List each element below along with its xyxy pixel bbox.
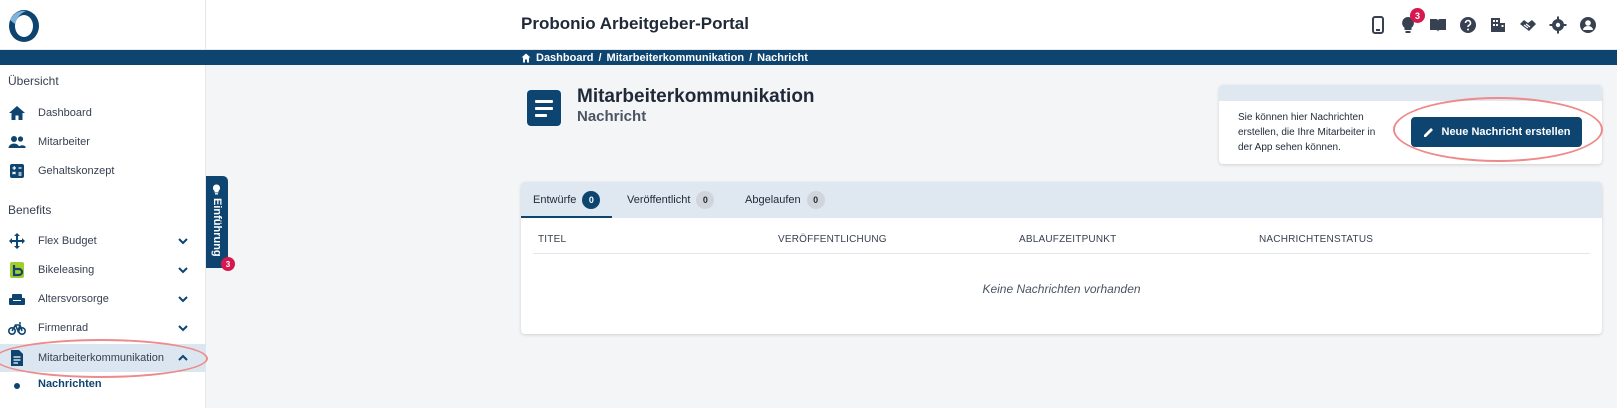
tab-label: Entwürfe xyxy=(533,194,577,206)
sidebar-subitem-nachrichten[interactable]: Nachrichten xyxy=(0,376,206,394)
breadcrumb-separator: / xyxy=(598,51,602,64)
info-card-text: Sie können hier Nachrichten erstellen, d… xyxy=(1238,112,1376,153)
home-icon xyxy=(8,104,26,122)
column-header-nachrichtenstatus[interactable]: NACHRICHTENSTATUS xyxy=(1259,234,1373,245)
intro-tab-badge: 3 xyxy=(221,257,235,271)
sidebar-section-title: Benefits xyxy=(8,203,52,217)
breadcrumb-bar: Dashboard / Mitarbeiterkommunikation / N… xyxy=(0,50,1617,65)
sidebar-section-title: Übersicht xyxy=(8,74,59,88)
settings-icon[interactable] xyxy=(1549,16,1567,34)
top-header: Probonio Arbeitgeber-Portal 3 xyxy=(0,0,1617,50)
sidebar-item-firmenrad[interactable]: Firmenrad xyxy=(0,314,206,342)
breadcrumb-item-dashboard[interactable]: Dashboard xyxy=(536,52,593,64)
tab-count-badge: 0 xyxy=(582,191,601,209)
sidebar-item-label: Mitarbeiter xyxy=(38,136,90,148)
page-subtitle: Nachricht xyxy=(577,108,647,125)
handshake-icon[interactable] xyxy=(1519,16,1537,34)
sidebar-item-altersvorsorge[interactable]: Altersvorsorge xyxy=(0,285,206,313)
document-icon xyxy=(527,90,561,126)
column-header-veroeffentlichung[interactable]: VERÖFFENTLICHUNG xyxy=(778,234,887,245)
sidebar-item-label: Dashboard xyxy=(38,107,92,119)
page-title: Mitarbeiterkommunikation xyxy=(577,86,815,107)
people-icon xyxy=(8,133,26,151)
sidebar-item-dashboard[interactable]: Dashboard xyxy=(0,99,206,127)
column-header-titel[interactable]: TITEL xyxy=(538,234,566,245)
chevron-down-icon[interactable] xyxy=(176,263,190,277)
chevron-down-icon[interactable] xyxy=(176,292,190,306)
home-icon[interactable] xyxy=(521,53,531,63)
sidebar-item-mitarbeiter[interactable]: Mitarbeiter xyxy=(0,128,206,156)
bikeleasing-icon xyxy=(8,261,26,279)
sidebar-item-mitarbeiterkommunikation[interactable]: Mitarbeiterkommunikation xyxy=(0,344,206,372)
breadcrumb: Dashboard / Mitarbeiterkommunikation / N… xyxy=(521,50,808,65)
tab-bar: Entwürfe 0 Veröffentlicht 0 Abgelaufen 0 xyxy=(521,182,1602,218)
bicycle-icon xyxy=(8,319,26,337)
bullet-icon xyxy=(14,383,20,389)
calculator-icon xyxy=(8,162,26,180)
chevron-down-icon[interactable] xyxy=(176,234,190,248)
pencil-icon xyxy=(1423,128,1433,137)
sofa-icon xyxy=(8,290,26,308)
sidebar-item-gehaltskonzept[interactable]: Gehaltskonzept xyxy=(0,157,206,185)
help-icon[interactable] xyxy=(1459,16,1477,34)
sidebar: Übersicht Dashboard Mitarbeiter Gehaltsk… xyxy=(0,65,206,408)
sidebar-item-label: Flex Budget xyxy=(38,235,97,247)
chevron-down-icon[interactable] xyxy=(176,321,190,335)
sidebar-item-label: Altersvorsorge xyxy=(38,293,109,305)
breadcrumb-separator: / xyxy=(749,51,753,64)
tab-veroeffentlicht[interactable]: Veröffentlicht 0 xyxy=(627,182,715,218)
tab-count-badge: 0 xyxy=(696,191,715,209)
app-title: Probonio Arbeitgeber-Portal xyxy=(521,14,749,33)
lightbulb-icon xyxy=(211,182,222,195)
phone-icon[interactable] xyxy=(1369,16,1387,34)
sidebar-item-bikeleasing[interactable]: Bikeleasing xyxy=(0,256,206,284)
header-toolbar: 3 xyxy=(1369,8,1597,38)
account-icon[interactable] xyxy=(1579,16,1597,34)
sidebar-subitem-label: Nachrichten xyxy=(38,378,102,390)
arrows-icon xyxy=(8,232,26,250)
chevron-up-icon[interactable] xyxy=(176,351,190,365)
new-message-button[interactable]: Neue Nachricht erstellen xyxy=(1411,117,1582,147)
sidebar-item-label: Gehaltskonzept xyxy=(38,165,115,177)
tab-entwuerfe[interactable]: Entwürfe 0 xyxy=(521,182,613,218)
tab-abgelaufen[interactable]: Abgelaufen 0 xyxy=(745,182,825,218)
sidebar-item-flex-budget[interactable]: Flex Budget xyxy=(0,227,206,255)
messages-card: Entwürfe 0 Veröffentlicht 0 Abgelaufen 0… xyxy=(521,182,1602,334)
tab-label: Abgelaufen xyxy=(745,194,801,206)
lightbulb-icon[interactable]: 3 xyxy=(1399,8,1425,34)
table-header-divider xyxy=(533,253,1590,254)
tab-label: Veröffentlicht xyxy=(627,194,691,206)
sidebar-item-label: Mitarbeiterkommunikation xyxy=(38,352,164,364)
breadcrumb-item-mitarbeiterkommunikation[interactable]: Mitarbeiterkommunikation xyxy=(607,52,745,64)
info-card-header xyxy=(1219,85,1602,101)
building-icon[interactable] xyxy=(1489,16,1507,34)
document-icon xyxy=(8,349,26,367)
sidebar-item-label: Firmenrad xyxy=(38,322,89,334)
empty-state-message: Keine Nachrichten vorhanden xyxy=(982,282,1141,296)
book-icon[interactable] xyxy=(1429,16,1447,34)
column-header-ablaufzeitpunkt[interactable]: ABLAUFZEITPUNKT xyxy=(1019,234,1116,245)
notification-badge: 3 xyxy=(1410,8,1425,23)
probonio-logo[interactable] xyxy=(6,8,42,44)
logo-area[interactable] xyxy=(0,0,206,50)
new-message-button-label: Neue Nachricht erstellen xyxy=(1441,126,1571,138)
sidebar-item-label: Bikeleasing xyxy=(38,264,95,276)
tab-count-badge: 0 xyxy=(806,191,825,209)
intro-tab[interactable]: Einführung 3 xyxy=(206,176,235,271)
breadcrumb-item-nachricht: Nachricht xyxy=(757,51,808,64)
intro-tab-label: Einführung xyxy=(211,198,223,257)
